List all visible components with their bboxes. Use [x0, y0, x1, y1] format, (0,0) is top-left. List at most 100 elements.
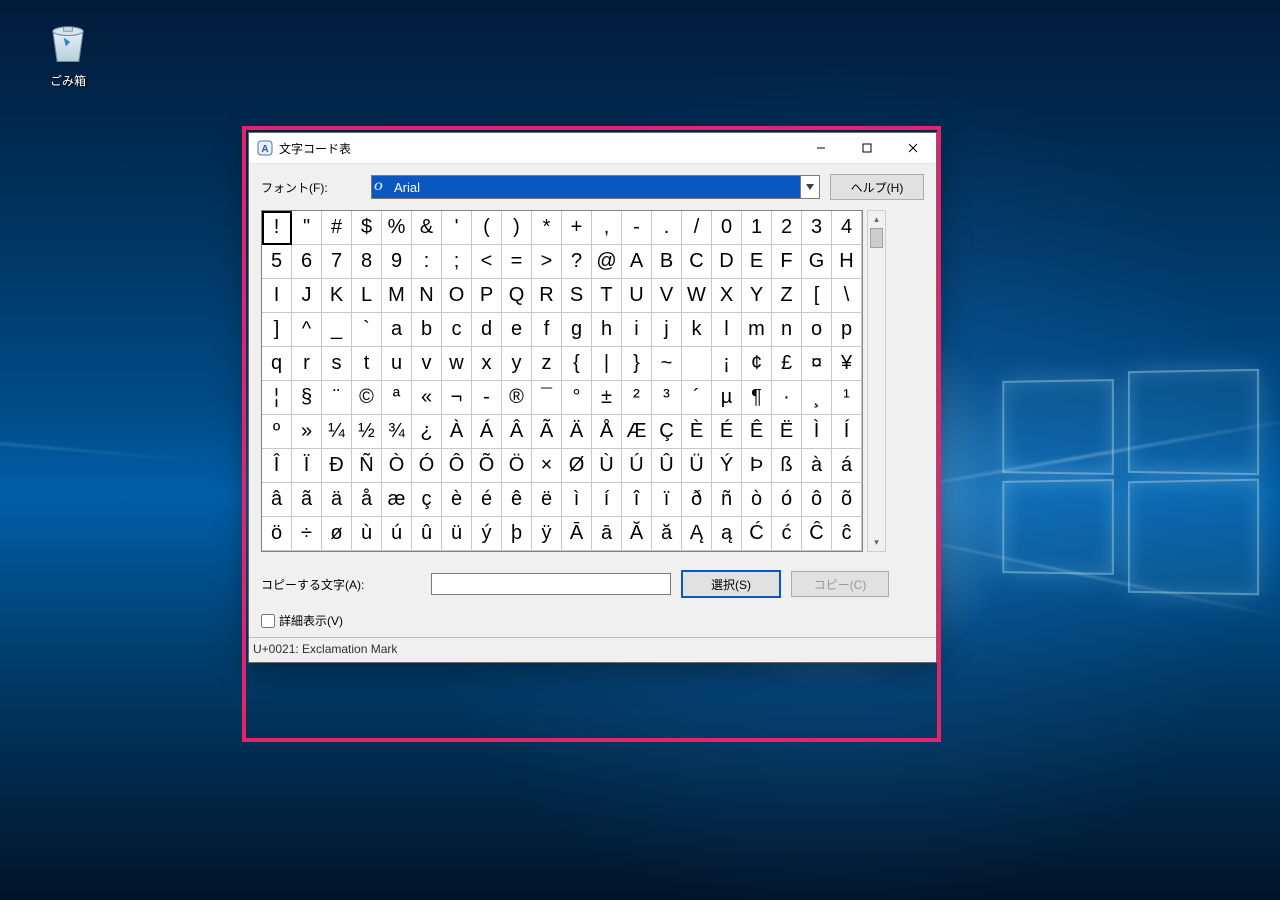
char-cell[interactable]: á: [832, 449, 862, 483]
char-cell[interactable]: [682, 347, 712, 381]
char-cell[interactable]: Â: [502, 415, 532, 449]
char-cell[interactable]: î: [622, 483, 652, 517]
maximize-button[interactable]: [844, 133, 890, 163]
char-cell[interactable]: Ă: [622, 517, 652, 551]
char-cell[interactable]: t: [352, 347, 382, 381]
char-cell[interactable]: ×: [532, 449, 562, 483]
scroll-thumb[interactable]: [870, 228, 883, 248]
char-cell[interactable]: @: [592, 245, 622, 279]
char-cell[interactable]: E: [742, 245, 772, 279]
char-cell[interactable]: ù: [352, 517, 382, 551]
char-cell[interactable]: ¦: [262, 381, 292, 415]
char-cell[interactable]: r: [292, 347, 322, 381]
char-cell[interactable]: ): [502, 211, 532, 245]
char-cell[interactable]: P: [472, 279, 502, 313]
char-cell[interactable]: n: [772, 313, 802, 347]
char-cell[interactable]: æ: [382, 483, 412, 517]
grid-scrollbar[interactable]: ▴ ▾: [867, 210, 886, 552]
char-cell[interactable]: g: [562, 313, 592, 347]
char-cell[interactable]: k: [682, 313, 712, 347]
char-cell[interactable]: h: [592, 313, 622, 347]
char-cell[interactable]: w: [442, 347, 472, 381]
char-cell[interactable]: m: [742, 313, 772, 347]
character-grid[interactable]: !"#$%&'()*+,-./0123456789:;<=>?@ABCDEFGH…: [261, 210, 863, 552]
char-cell[interactable]: +: [562, 211, 592, 245]
char-cell[interactable]: 4: [832, 211, 862, 245]
char-cell[interactable]: /: [682, 211, 712, 245]
char-cell[interactable]: â: [262, 483, 292, 517]
char-cell[interactable]: Ë: [772, 415, 802, 449]
char-cell[interactable]: ¶: [742, 381, 772, 415]
char-cell[interactable]: K: [322, 279, 352, 313]
char-cell[interactable]: _: [322, 313, 352, 347]
char-cell[interactable]: ª: [382, 381, 412, 415]
char-cell[interactable]: µ: [712, 381, 742, 415]
char-cell[interactable]: N: [412, 279, 442, 313]
char-cell[interactable]: Æ: [622, 415, 652, 449]
char-cell[interactable]: q: [262, 347, 292, 381]
char-cell[interactable]: ¿: [412, 415, 442, 449]
char-cell[interactable]: ?: [562, 245, 592, 279]
char-cell[interactable]: Í: [832, 415, 862, 449]
char-cell[interactable]: B: [652, 245, 682, 279]
char-cell[interactable]: \: [832, 279, 862, 313]
char-cell[interactable]: W: [682, 279, 712, 313]
select-button[interactable]: 選択(S): [681, 570, 781, 598]
char-cell[interactable]: Ñ: [352, 449, 382, 483]
char-cell[interactable]: ¼: [322, 415, 352, 449]
char-cell[interactable]: ¸: [802, 381, 832, 415]
char-cell[interactable]: Ú: [622, 449, 652, 483]
minimize-button[interactable]: [798, 133, 844, 163]
char-cell[interactable]: Ó: [412, 449, 442, 483]
char-cell[interactable]: Ö: [502, 449, 532, 483]
char-cell[interactable]: y: [502, 347, 532, 381]
char-cell[interactable]: $: [352, 211, 382, 245]
char-cell[interactable]: ĉ: [832, 517, 862, 551]
char-cell[interactable]: J: [292, 279, 322, 313]
char-cell[interactable]: Ä: [562, 415, 592, 449]
char-cell[interactable]: X: [712, 279, 742, 313]
char-cell[interactable]: è: [442, 483, 472, 517]
char-cell[interactable]: ¨: [322, 381, 352, 415]
char-cell[interactable]: À: [442, 415, 472, 449]
char-cell[interactable]: ë: [532, 483, 562, 517]
char-cell[interactable]: õ: [832, 483, 862, 517]
char-cell[interactable]: Z: [772, 279, 802, 313]
char-cell[interactable]: Ê: [742, 415, 772, 449]
char-cell[interactable]: !: [262, 211, 292, 245]
char-cell[interactable]: ă: [652, 517, 682, 551]
char-cell[interactable]: a: [382, 313, 412, 347]
char-cell[interactable]: «: [412, 381, 442, 415]
char-cell[interactable]: Ĉ: [802, 517, 832, 551]
char-cell[interactable]: Ï: [292, 449, 322, 483]
char-cell[interactable]: M: [382, 279, 412, 313]
char-cell[interactable]: {: [562, 347, 592, 381]
char-cell[interactable]: ï: [652, 483, 682, 517]
char-cell[interactable]: F: [772, 245, 802, 279]
char-cell[interactable]: ÿ: [532, 517, 562, 551]
char-cell[interactable]: ć: [772, 517, 802, 551]
char-cell[interactable]: u: [382, 347, 412, 381]
char-cell[interactable]: ¯: [532, 381, 562, 415]
char-cell[interactable]: Q: [502, 279, 532, 313]
char-cell[interactable]: Ò: [382, 449, 412, 483]
char-cell[interactable]: å: [352, 483, 382, 517]
char-cell[interactable]: -: [622, 211, 652, 245]
char-cell[interactable]: °: [562, 381, 592, 415]
char-cell[interactable]: H: [832, 245, 862, 279]
char-cell[interactable]: ú: [382, 517, 412, 551]
char-cell[interactable]: ®: [502, 381, 532, 415]
char-cell[interactable]: L: [352, 279, 382, 313]
char-cell[interactable]: 9: [382, 245, 412, 279]
char-cell[interactable]: Á: [472, 415, 502, 449]
char-cell[interactable]: É: [712, 415, 742, 449]
char-cell[interactable]: .: [652, 211, 682, 245]
char-cell[interactable]: ": [292, 211, 322, 245]
char-cell[interactable]: z: [532, 347, 562, 381]
char-cell[interactable]: 8: [352, 245, 382, 279]
char-cell[interactable]: U: [622, 279, 652, 313]
char-cell[interactable]: Ü: [682, 449, 712, 483]
titlebar[interactable]: A 文字コード表: [249, 133, 936, 164]
char-cell[interactable]: d: [472, 313, 502, 347]
char-cell[interactable]: ā: [592, 517, 622, 551]
